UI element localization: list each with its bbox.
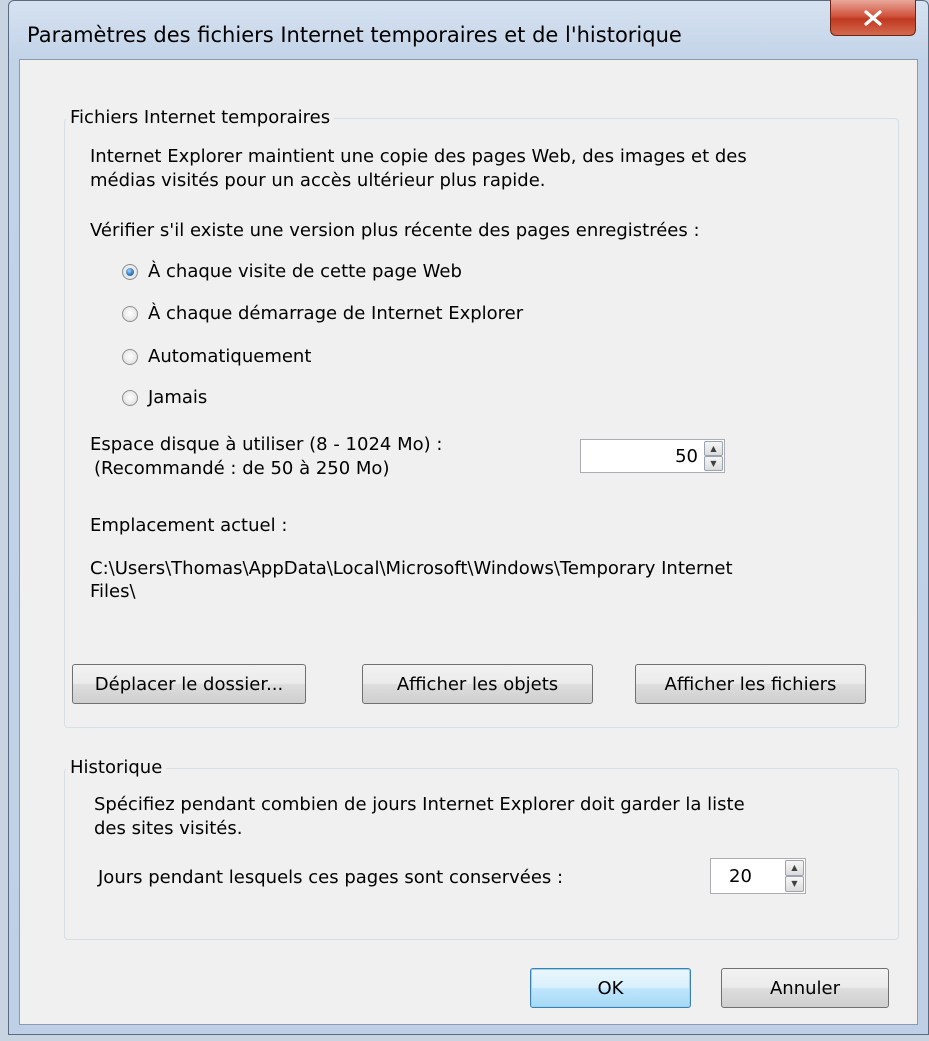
view-objects-button[interactable]: Afficher les objets — [362, 664, 593, 704]
close-icon — [864, 9, 882, 26]
temp-files-description-line2: médias visités pour un accès ultérieur p… — [90, 170, 546, 191]
radio-automatic[interactable]: Automatiquement — [122, 346, 311, 367]
temp-files-description-line1: Internet Explorer maintient une copie de… — [90, 146, 747, 167]
radio-label: À chaque démarrage de Internet Explorer — [148, 303, 524, 324]
dialog-window: Paramètres des fichiers Internet tempora… — [8, 0, 929, 1035]
close-button[interactable] — [830, 0, 916, 36]
disk-space-spin-buttons: ▲ ▼ — [704, 441, 723, 471]
history-days-label: Jours pendant lesquels ces pages sont co… — [98, 867, 564, 888]
location-label: Emplacement actuel : — [90, 515, 288, 536]
radio-every-start[interactable]: À chaque démarrage de Internet Explorer — [122, 303, 523, 324]
radio-button[interactable] — [122, 305, 138, 322]
disk-space-label: Espace disque à utiliser (8 - 1024 Mo) : — [90, 434, 443, 455]
view-files-button[interactable]: Afficher les fichiers — [635, 664, 866, 704]
spin-down-button[interactable]: ▼ — [704, 456, 723, 471]
history-description-line2: des sites visités. — [94, 818, 243, 839]
dialog-body: Fichiers Internet temporaires Internet E… — [19, 59, 918, 1025]
disk-space-value[interactable]: 50 — [581, 440, 698, 472]
history-days-spinbox[interactable]: 20 ▲ ▼ — [710, 858, 806, 894]
radio-button[interactable] — [122, 348, 138, 365]
spin-down-button[interactable]: ▼ — [785, 876, 804, 892]
history-days-spin-buttons: ▲ ▼ — [785, 860, 804, 892]
check-version-label: Vérifier s'il existe une version plus ré… — [90, 220, 700, 241]
radio-label: À chaque visite de cette page Web — [148, 261, 462, 282]
history-group-label: Historique — [66, 757, 167, 778]
caret-up-icon: ▲ — [710, 443, 717, 453]
radio-button-checked[interactable] — [122, 263, 138, 280]
ok-button[interactable]: OK — [530, 968, 691, 1008]
location-path-line1: C:\Users\Thomas\AppData\Local\Microsoft\… — [90, 558, 733, 579]
radio-button[interactable] — [122, 389, 138, 406]
history-days-value[interactable]: 20 — [729, 859, 763, 893]
radio-never[interactable]: Jamais — [122, 387, 207, 408]
spin-up-button[interactable]: ▲ — [785, 860, 804, 876]
temp-files-group — [64, 118, 899, 728]
radio-label: Automatiquement — [148, 346, 312, 367]
caret-down-icon: ▼ — [710, 458, 717, 468]
title-bar[interactable]: Paramètres des fichiers Internet tempora… — [9, 0, 928, 61]
window-title: Paramètres des fichiers Internet tempora… — [27, 23, 682, 47]
radio-every-visit[interactable]: À chaque visite de cette page Web — [122, 261, 462, 282]
location-path-line2: Files\ — [90, 581, 136, 602]
disk-space-hint: (Recommandé : de 50 à 250 Mo) — [94, 458, 390, 479]
caret-up-icon: ▲ — [791, 863, 798, 872]
cancel-button[interactable]: Annuler — [721, 968, 889, 1008]
disk-space-spinbox[interactable]: 50 ▲ ▼ — [580, 439, 725, 473]
move-folder-button[interactable]: Déplacer le dossier... — [72, 664, 306, 704]
temp-files-group-label: Fichiers Internet temporaires — [66, 107, 335, 128]
spin-up-button[interactable]: ▲ — [704, 441, 723, 456]
caret-down-icon: ▼ — [791, 879, 798, 888]
history-description-line1: Spécifiez pendant combien de jours Inter… — [94, 794, 745, 815]
radio-label: Jamais — [148, 387, 208, 408]
